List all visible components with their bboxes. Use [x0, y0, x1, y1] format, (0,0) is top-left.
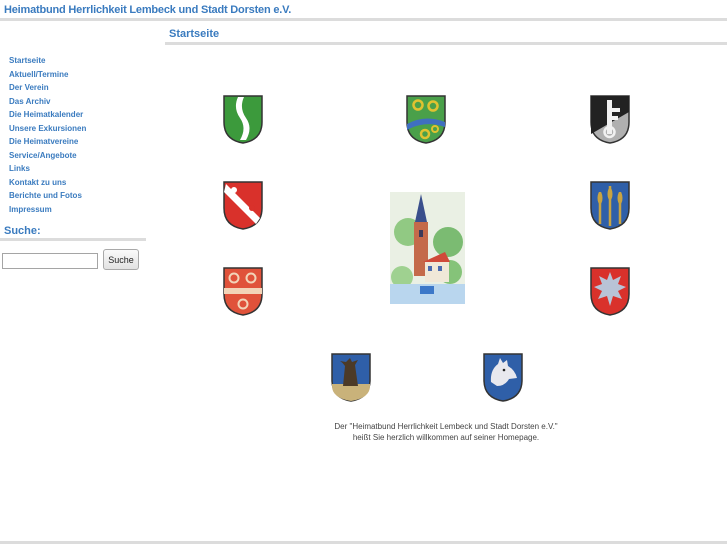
search-input[interactable] — [2, 253, 98, 269]
sidebar-nav: Startseite Aktuell/Termine Der Verein Da… — [9, 50, 86, 215]
site-title: Heimatbund Herrlichkeit Lembeck und Stad… — [4, 4, 292, 16]
search-divider — [0, 238, 146, 241]
footer-divider — [0, 541, 727, 544]
coat-of-arms-green-rings[interactable] — [405, 94, 447, 144]
search-button[interactable]: Suche — [103, 249, 139, 270]
welcome-line-2: heißt Sie herzlich willkommen auf seiner… — [352, 433, 540, 442]
church-painting — [390, 192, 465, 304]
coat-of-arms-silver-star[interactable] — [589, 266, 631, 316]
title-divider — [165, 42, 727, 45]
coat-of-arms-green-wave[interactable] — [222, 94, 264, 144]
coat-of-arms-wolf[interactable] — [482, 352, 524, 402]
page-title: Startseite — [169, 28, 220, 40]
nav-link-impressum[interactable]: Impressum — [9, 204, 52, 215]
coat-of-arms-red-diagonal[interactable] — [222, 180, 264, 230]
search-heading: Suche: — [4, 225, 41, 237]
coat-of-arms-tree-stump[interactable] — [330, 352, 372, 402]
welcome-text: Der "Heimatbund Herrlichkeit Lembeck und… — [296, 421, 596, 443]
coat-of-arms-key[interactable] — [589, 94, 631, 144]
coat-of-arms-red-rings[interactable] — [222, 266, 264, 316]
welcome-line-1: Der "Heimatbund Herrlichkeit Lembeck und… — [334, 422, 558, 431]
header-divider — [0, 18, 727, 21]
coat-of-arms-blue-reeds[interactable] — [589, 180, 631, 230]
